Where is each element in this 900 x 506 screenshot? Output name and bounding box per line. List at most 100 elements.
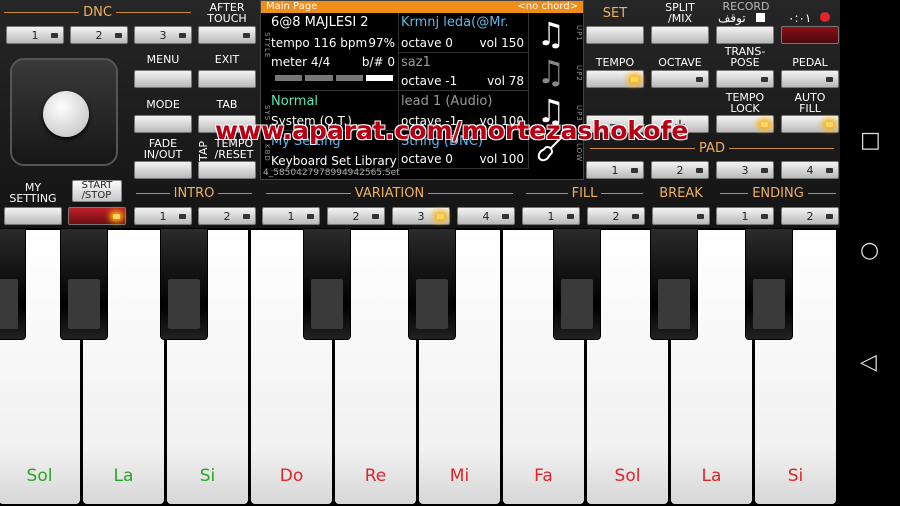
intro-2-button[interactable]: 2 (198, 207, 256, 225)
up2-side-label: UP2 (575, 64, 583, 82)
recording-time: ٠:٠١ (788, 11, 812, 25)
dnc-section-title: DNC (0, 5, 195, 20)
pad-4-button[interactable]: 4 (781, 161, 839, 179)
app-window: DNC 1 2 3 AFTER TOUCH MENU EXIT MODE TAB… (0, 0, 900, 506)
fill-2-button[interactable]: 2 (587, 207, 645, 225)
key-value: b/# 0 (361, 55, 395, 69)
dnc-3-button[interactable]: 3 (134, 26, 192, 44)
tempo-lock-label: TEMPO LOCK (725, 91, 765, 115)
variation-1-button[interactable]: 1 (262, 207, 320, 225)
tempo-lock-button[interactable] (716, 115, 774, 133)
key-note-label: Re (364, 466, 387, 486)
auto-fill-label: AUTO FILL (794, 91, 826, 115)
break-section-title: BREAK (652, 186, 710, 201)
part-up1-volume: vol 150 (479, 36, 525, 50)
style-name: 6@8 MAJLESI 2 (271, 15, 369, 30)
split-mix-button[interactable] (651, 26, 709, 44)
tempo-label: TEMPO (595, 56, 635, 69)
pedal-label: PEDAL (792, 56, 828, 69)
fade-in-out-button[interactable] (134, 161, 192, 179)
key-note-label: Sol (614, 466, 641, 486)
after-touch-button[interactable] (198, 26, 256, 44)
start-stop-button[interactable] (68, 207, 126, 225)
dnc-2-button[interactable]: 2 (70, 26, 128, 44)
break-button[interactable] (652, 207, 710, 225)
tap-tempo-button[interactable] (198, 161, 256, 179)
my-setting-label: MY SETTING (9, 181, 57, 205)
key-note-label: Sol (26, 466, 53, 486)
record-button[interactable] (716, 26, 774, 44)
part-up2-cell[interactable]: saz1 octave -1 vol 78 (399, 53, 529, 91)
octave-button[interactable] (651, 70, 709, 88)
record-arm-button[interactable] (781, 26, 839, 44)
file-name: 4_5850427978994942565.Set (263, 168, 400, 178)
record-dot-icon (820, 12, 830, 22)
black-key[interactable] (745, 228, 793, 340)
watermark: www.aparat.com/mortezashokofe (215, 116, 689, 145)
ending-2-button[interactable]: 2 (781, 207, 839, 225)
key-note-label: Fa (534, 466, 553, 486)
meter-value: meter 4/4 (271, 55, 331, 69)
intro-section-title: INTRO (132, 186, 256, 201)
music-note-icon[interactable]: ♫ (531, 15, 571, 53)
ending-section-title: ENDING (716, 186, 840, 201)
black-key[interactable] (0, 228, 26, 340)
control-panel: DNC 1 2 3 AFTER TOUCH MENU EXIT MODE TAB… (0, 0, 840, 228)
part-up2-octave: octave -1 (401, 74, 458, 88)
split-mix-label: SPLIT /MIX (665, 1, 695, 25)
key-note-label: La (701, 466, 722, 486)
recents-icon[interactable]: □ (860, 128, 881, 153)
transpose-label: TRANS- POSE (724, 45, 766, 69)
menu-button[interactable] (134, 70, 192, 88)
up1-side-label: UP1 (575, 24, 583, 42)
tempo-button[interactable] (586, 70, 644, 88)
ending-1-button[interactable]: 1 (716, 207, 774, 225)
intro-1-button[interactable]: 1 (134, 207, 192, 225)
black-key[interactable] (408, 228, 456, 340)
black-key[interactable] (553, 228, 601, 340)
pad-2-button[interactable]: 2 (651, 161, 709, 179)
joystick-pad[interactable] (10, 58, 118, 166)
stop-icon (756, 13, 765, 22)
set-button[interactable] (586, 26, 644, 44)
variation-section-title: VARIATION (262, 186, 517, 201)
key-note-label: Do (279, 466, 304, 486)
chord-indicator: <no chord> (517, 1, 578, 12)
my-setting-button[interactable] (4, 207, 62, 225)
part-up1-cell[interactable]: Krmnj leda(@Mr. octave 0 vol 150 (399, 13, 529, 53)
tempo-percent: 97% (368, 36, 395, 50)
tempo-value: tempo 116 bpm (271, 36, 368, 50)
back-icon[interactable]: ◁ (860, 350, 877, 375)
tap-label: TAP (197, 140, 210, 162)
android-nav-bar: □ ○ ◁ (840, 0, 900, 506)
joystick-knob[interactable] (43, 91, 89, 137)
pad-1-button[interactable]: 1 (586, 161, 644, 179)
style-cell[interactable]: 6@8 MAJLESI 2 tempo 116 bpm 97% meter 4/… (271, 13, 399, 91)
exit-button[interactable] (198, 70, 256, 88)
variation-4-button[interactable]: 4 (457, 207, 515, 225)
dnc-1-button[interactable]: 1 (6, 26, 64, 44)
music-note-dim-icon[interactable]: ♫ (531, 53, 571, 91)
exit-label: EXIT (214, 53, 240, 66)
home-icon[interactable]: ○ (860, 238, 879, 263)
black-key[interactable] (650, 228, 698, 340)
pad-3-button[interactable]: 3 (716, 161, 774, 179)
main-display: Main Page <no chord> STYLE SYS KBD 6@8 M… (260, 0, 584, 180)
black-key[interactable] (60, 228, 108, 340)
pedal-button[interactable] (781, 70, 839, 88)
system-name: Normal (271, 94, 319, 109)
black-key[interactable] (160, 228, 208, 340)
black-key[interactable] (303, 228, 351, 340)
octave-label: OCTAVE (658, 56, 702, 69)
part-up1-name: Krmnj leda(@Mr. (401, 15, 509, 30)
mode-label: MODE (146, 98, 180, 111)
auto-fill-button[interactable] (781, 115, 839, 133)
fill-1-button[interactable]: 1 (522, 207, 580, 225)
tab-label: TAB (216, 98, 238, 111)
variation-3-button[interactable]: 3 (392, 207, 450, 225)
part-low-octave: octave 0 (401, 152, 453, 166)
transpose-button[interactable] (716, 70, 774, 88)
variation-2-button[interactable]: 2 (327, 207, 385, 225)
key-note-label: Si (787, 466, 804, 486)
mode-button[interactable] (134, 115, 192, 133)
